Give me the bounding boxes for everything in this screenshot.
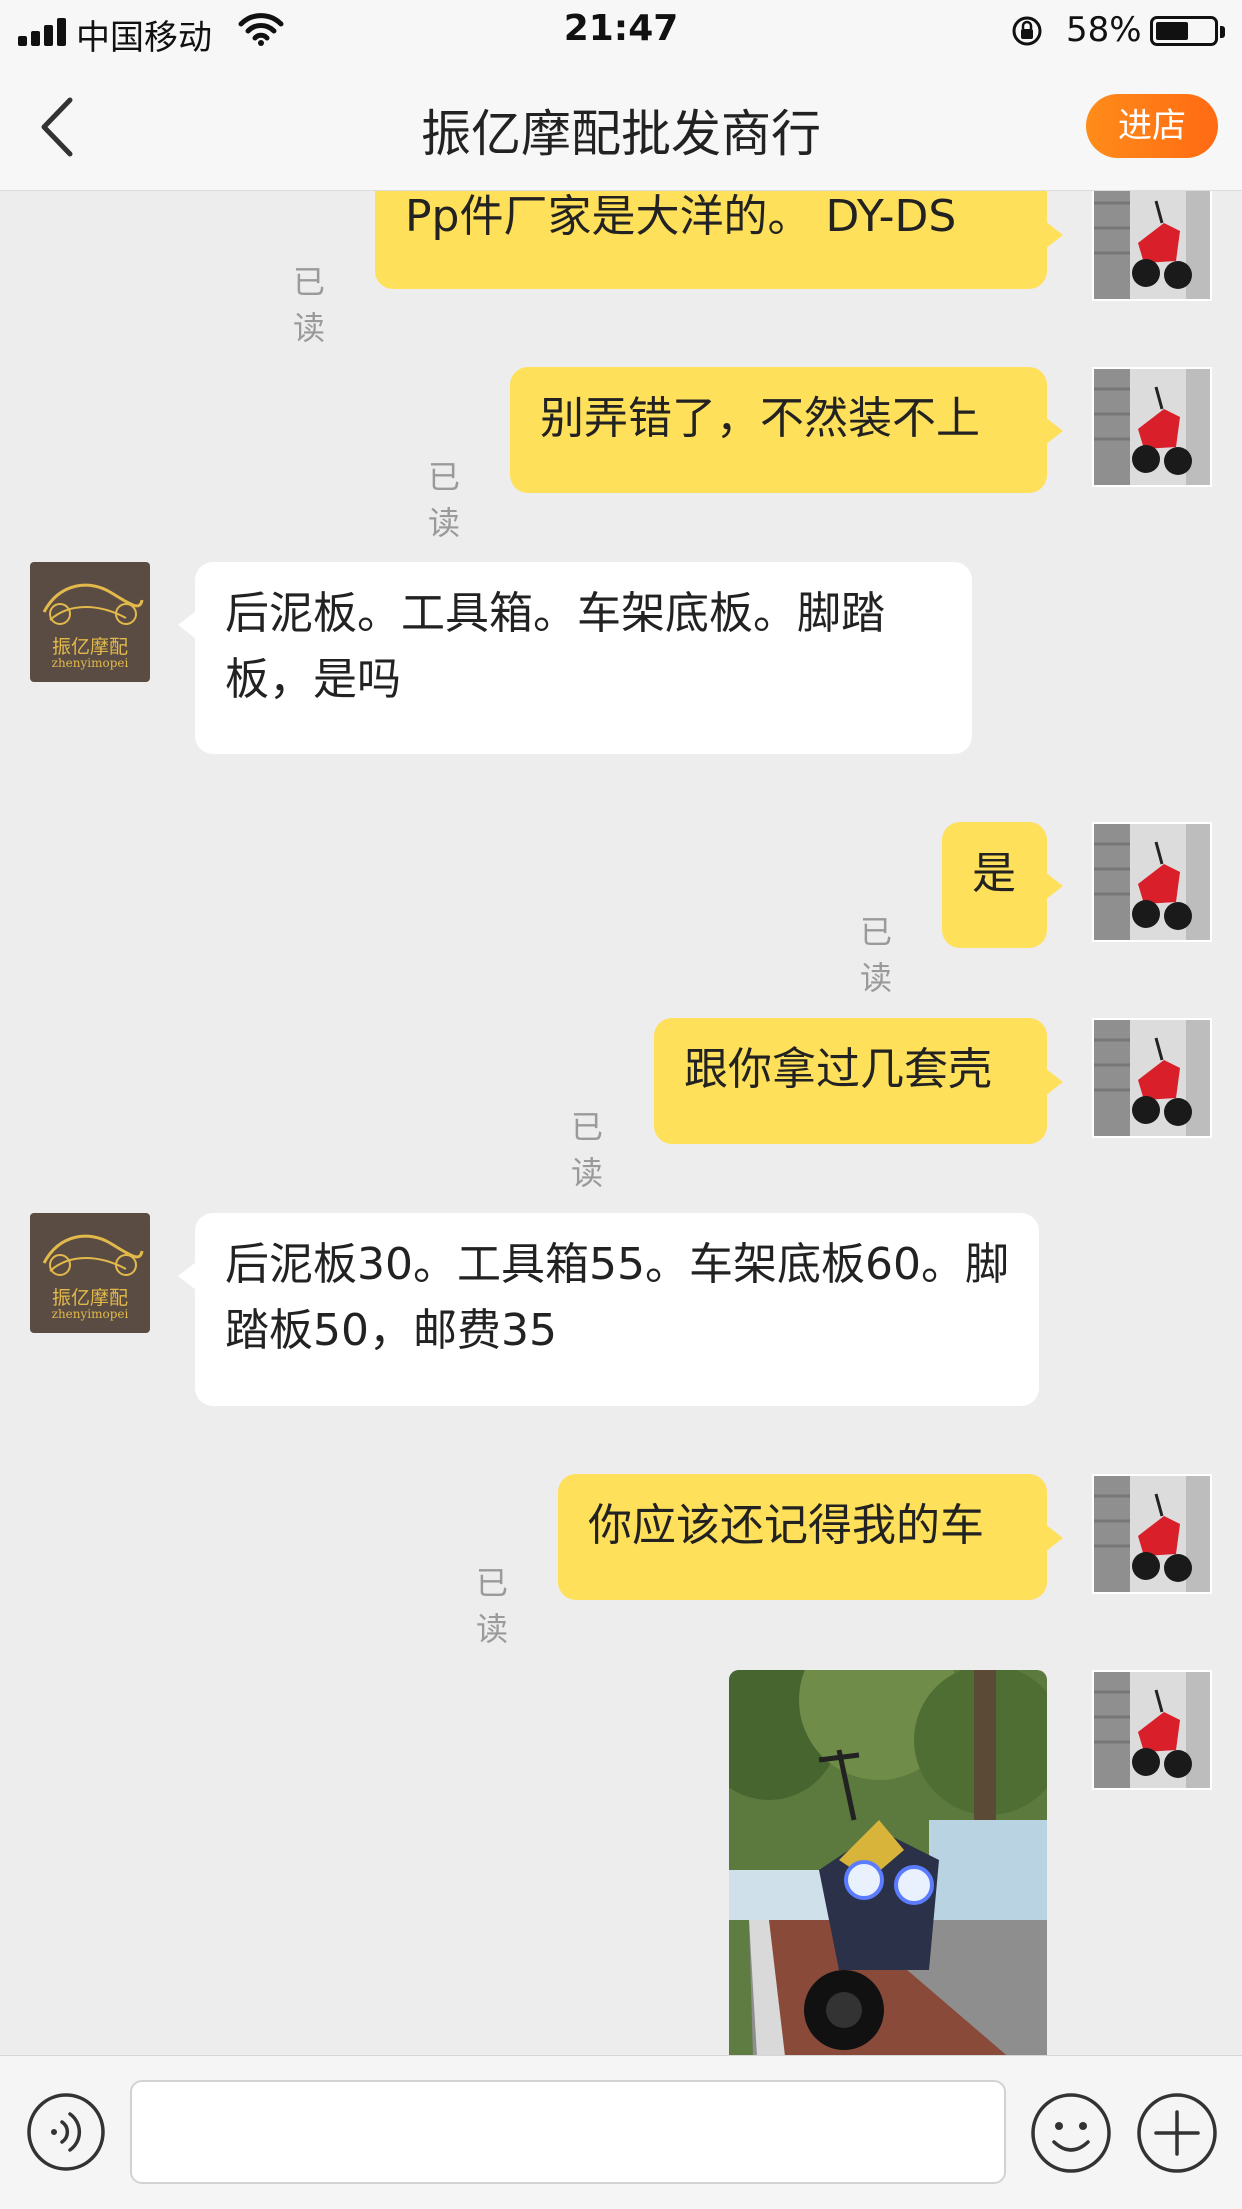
message-bubble[interactable]: 别弄错了，不然装不上 — [510, 367, 1047, 493]
rotation-lock-icon — [1012, 16, 1042, 46]
shop-avatar[interactable]: 振亿摩配 zhenyimopei — [30, 1213, 150, 1333]
my-avatar[interactable] — [1092, 822, 1212, 942]
shop-logo-subtext: zhenyimopei — [51, 656, 129, 670]
motorcycle-avatar-image — [1094, 1476, 1210, 1592]
motorcycle-avatar-image — [1094, 824, 1210, 940]
motorcycle-avatar-image — [1094, 1020, 1210, 1136]
motorcycle-photo[interactable] — [729, 1670, 1047, 2055]
read-status: 已读 — [293, 263, 326, 347]
my-avatar[interactable] — [1092, 1474, 1212, 1594]
message-text: 后泥板30。工具箱55。车架底板60。脚踏板50，邮费35 — [225, 1239, 1009, 1356]
message-text: 别弄错了，不然装不上 — [540, 393, 980, 444]
emoji-icon[interactable] — [1030, 2092, 1112, 2174]
read-status: 已读 — [476, 1564, 509, 1648]
enter-shop-button[interactable]: 进店 — [1086, 94, 1218, 158]
bubble-tail — [1045, 221, 1063, 249]
shop-logo-icon — [42, 1234, 144, 1276]
motorcycle-avatar-image — [1094, 1672, 1210, 1788]
battery-level — [1156, 22, 1188, 40]
message-bubble[interactable]: 后泥板。工具箱。车架底板。脚踏板，是吗 — [195, 562, 972, 754]
shop-logo-subtext: zhenyimopei — [51, 1307, 129, 1321]
my-avatar[interactable] — [1092, 367, 1212, 487]
page-title: 振亿摩配批发商行 — [421, 105, 821, 163]
bubble-tail — [178, 1262, 196, 1290]
clock: 21:47 — [563, 8, 679, 49]
battery-percent: 58% — [1066, 10, 1142, 50]
bubble-tail — [178, 611, 196, 639]
motorcycle-avatar-image — [1094, 191, 1210, 299]
message-bubble[interactable]: 是 — [942, 822, 1047, 948]
shop-logo-text: 振亿摩配 — [51, 636, 128, 658]
plus-icon[interactable] — [1136, 2092, 1218, 2174]
battery-cap — [1220, 26, 1225, 38]
message-bubble[interactable]: Pp件厂家是大洋的。 DY-DS — [375, 191, 1047, 289]
top-bar: 中国移动 21:47 58% 振亿摩配批发商行 进店 — [0, 0, 1242, 191]
battery-icon — [1150, 16, 1218, 46]
bubble-tail — [1045, 1524, 1063, 1552]
message-input[interactable] — [130, 2080, 1006, 2184]
motorcycle-photo-image — [729, 1670, 1047, 2055]
shop-logo-text: 振亿摩配 — [51, 1287, 128, 1309]
voice-icon[interactable] — [26, 2092, 106, 2172]
my-avatar[interactable] — [1092, 1018, 1212, 1138]
message-text: 后泥板。工具箱。车架底板。脚踏板，是吗 — [225, 588, 885, 705]
input-bar — [0, 2055, 1242, 2209]
bubble-tail — [1045, 1068, 1063, 1096]
my-avatar[interactable] — [1092, 1670, 1212, 1790]
message-text: 是 — [972, 848, 1016, 899]
message-text: Pp件厂家是大洋的。 DY-DS — [405, 191, 957, 242]
bubble-tail — [1045, 872, 1063, 900]
read-status: 已读 — [428, 458, 461, 542]
message-bubble[interactable]: 后泥板30。工具箱55。车架底板60。脚踏板50，邮费35 — [195, 1213, 1039, 1406]
status-bar: 中国移动 21:47 58% — [0, 0, 1242, 62]
read-status: 已读 — [571, 1108, 604, 1192]
motorcycle-avatar-image — [1094, 369, 1210, 485]
my-avatar[interactable] — [1092, 191, 1212, 301]
message-bubble[interactable]: 跟你拿过几套壳 — [654, 1018, 1047, 1144]
message-text: 你应该还记得我的车 — [588, 1500, 984, 1551]
shop-avatar[interactable]: 振亿摩配 zhenyimopei — [30, 562, 150, 682]
chat-area[interactable]: 已读 Pp件厂家是大洋的。 DY-DS 已读 别弄错了，不然装不上 振亿摩配 z… — [0, 191, 1242, 2055]
shop-logo-icon — [42, 583, 144, 625]
message-bubble[interactable]: 你应该还记得我的车 — [558, 1474, 1047, 1600]
read-status: 已读 — [860, 913, 893, 997]
message-text: 跟你拿过几套壳 — [684, 1044, 992, 1095]
bubble-tail — [1045, 417, 1063, 445]
